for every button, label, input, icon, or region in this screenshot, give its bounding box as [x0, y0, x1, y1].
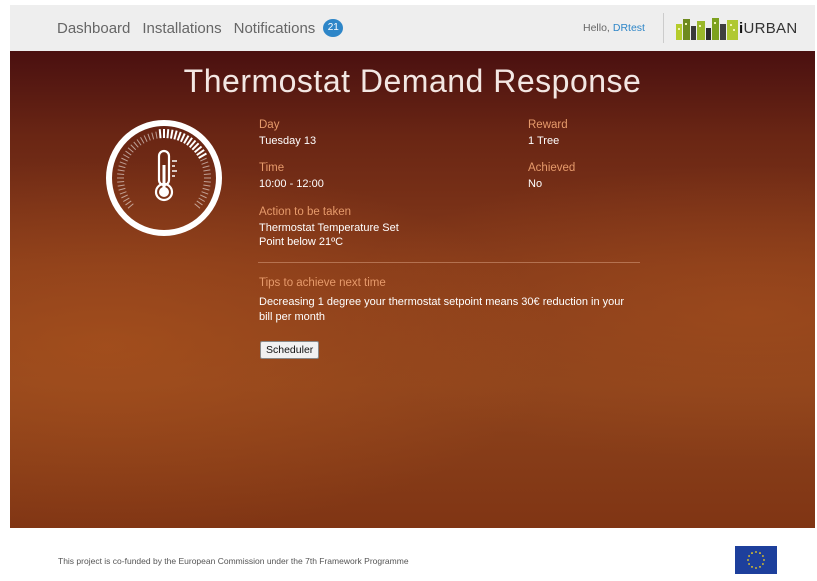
gauge-tick	[117, 184, 125, 187]
gauge-tick	[202, 165, 210, 169]
gauge-tick	[151, 132, 155, 140]
gauge-tick	[202, 187, 210, 191]
eu-star	[762, 563, 764, 565]
brand-name-rest: URBAN	[743, 19, 798, 37]
page-title: Thermostat Demand Response	[183, 63, 642, 99]
nav-installations[interactable]: Installations	[142, 20, 221, 37]
gauge-tick	[140, 137, 145, 144]
gauge-tick	[201, 161, 209, 165]
time-value: 10:00 - 12:00	[259, 178, 324, 190]
tips-label: Tips to achieve next time	[259, 277, 386, 289]
time-label: Time	[259, 162, 285, 174]
eu-star	[748, 563, 750, 565]
gauge-tick	[121, 194, 128, 199]
gauge-tick	[118, 187, 126, 191]
gauge-tick	[203, 180, 211, 183]
gauge-tick	[183, 135, 190, 144]
eu-flag-icon	[735, 546, 777, 574]
gauge-tick	[158, 129, 162, 139]
gauge-tick	[169, 129, 174, 139]
gauge-tick	[130, 144, 137, 151]
gauge-tick	[147, 133, 151, 141]
eu-star	[751, 552, 753, 554]
eu-star	[747, 559, 749, 561]
gauge-tick	[203, 169, 211, 172]
eu-star	[751, 566, 753, 568]
gauge-tick	[117, 169, 125, 172]
gauge-tick	[136, 139, 142, 146]
greeting-text: Hello,	[583, 22, 610, 34]
eu-star	[759, 552, 761, 554]
gauge-tick	[117, 173, 125, 176]
gauge-tick	[196, 200, 203, 206]
section-divider	[258, 262, 640, 263]
action-value-line2: Point below 21ºC	[259, 236, 344, 248]
gauge-tick	[125, 200, 132, 206]
nav-dashboard[interactable]: Dashboard	[57, 20, 130, 37]
gauge-tick	[127, 203, 134, 209]
gauge-tick	[194, 203, 201, 209]
skyline-logo-icon	[676, 18, 738, 40]
thermostat-gauge	[106, 120, 222, 236]
gauge-tick	[200, 157, 207, 162]
gauge-tick	[198, 197, 205, 202]
brand-logo[interactable]: iURBAN	[676, 11, 797, 45]
thermometer-icon	[154, 149, 177, 202]
scheduler-button[interactable]: Scheduler	[260, 341, 320, 359]
nav-notifications[interactable]: Notifications	[234, 20, 316, 37]
gauge-tick	[125, 150, 132, 156]
gauge-tick	[133, 141, 139, 148]
gauge-tick	[121, 157, 128, 162]
gauge-tick	[119, 191, 127, 195]
reward-value: 1 Tree	[528, 135, 560, 147]
gauge-tick	[123, 197, 130, 202]
brand-name: iURBAN	[739, 20, 797, 37]
gauge-tick	[118, 165, 126, 169]
eu-star	[755, 551, 757, 553]
action-value-line1: Thermostat Temperature Set	[259, 222, 399, 234]
tips-text: Decreasing 1 degree your thermostat setp…	[259, 296, 625, 323]
eu-star	[748, 555, 750, 557]
gauge-tick	[173, 130, 178, 140]
gauge-tick	[176, 131, 182, 141]
navbar-divider	[663, 13, 664, 43]
gauge-tick	[203, 173, 211, 176]
user-name-link[interactable]: DRtest	[613, 22, 645, 34]
gauge-tick	[117, 180, 125, 183]
user-greeting: Hello, DRtest	[583, 5, 645, 51]
day-value: Tuesday 13	[259, 135, 317, 147]
gauge-tick	[203, 184, 211, 187]
eu-star	[755, 567, 757, 569]
gauge-tick	[201, 191, 209, 195]
gauge-tick	[119, 161, 127, 165]
gauge-tick	[127, 147, 134, 153]
gauge-tick	[143, 135, 148, 142]
top-navbar: Dashboard Installations Notifications 21…	[10, 5, 815, 51]
achieved-label: Achieved	[528, 162, 576, 174]
eu-star	[763, 559, 765, 561]
gauge-tick	[166, 129, 170, 139]
main-panel: Thermostat Demand Response Day Tuesday 1…	[10, 51, 815, 528]
gauge-tick	[179, 133, 186, 143]
action-label: Action to be taken	[259, 206, 352, 218]
day-label: Day	[259, 119, 280, 131]
footer-text: This project is co-funded by the Europea…	[58, 556, 409, 566]
gauge-tick	[198, 152, 207, 159]
achieved-value: No	[528, 178, 543, 190]
gauge-tick	[123, 154, 130, 159]
main-nav: Dashboard Installations Notifications 21	[57, 5, 344, 51]
reward-label: Reward	[528, 119, 568, 131]
gauge-tick	[155, 131, 158, 139]
eu-star	[759, 566, 761, 568]
eu-star	[762, 555, 764, 557]
notifications-count-badge[interactable]: 21	[323, 19, 344, 37]
gauge-tick	[200, 194, 207, 199]
